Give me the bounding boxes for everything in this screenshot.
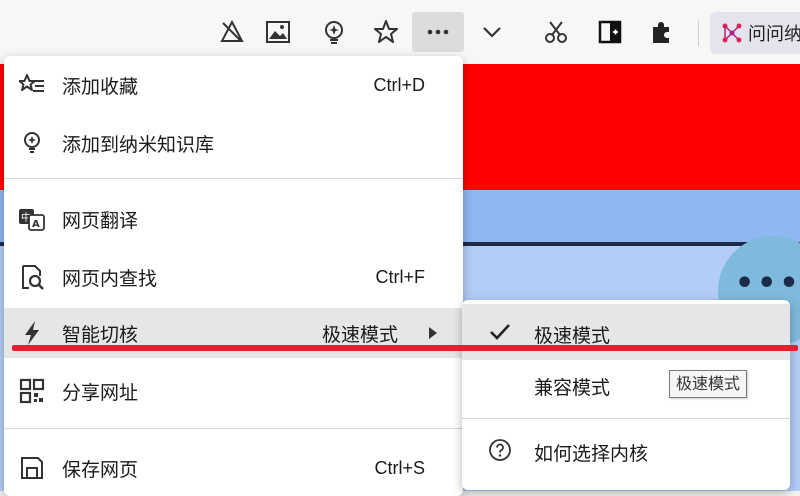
menu-item-shortcut: Ctrl+S xyxy=(374,457,425,478)
menu-item-label: 分享网址 xyxy=(62,381,139,404)
submenu-item-label: 极速模式 xyxy=(534,325,611,347)
tooltip: 极速模式 xyxy=(669,370,748,398)
more-icon xyxy=(427,29,449,35)
menu-item-shortcut: Ctrl+D xyxy=(373,74,425,95)
extensions-button[interactable] xyxy=(638,12,686,52)
extensions-icon xyxy=(653,22,669,43)
ask-nami-button[interactable]: 问问纳 xyxy=(710,12,800,54)
bulb-icon xyxy=(18,129,46,157)
more-menu: 添加收藏 Ctrl+D 添加到纳米知识库 中 A 网页翻译 网页内查找 Ctrl… xyxy=(4,56,463,496)
menu-item-label: 网页翻译 xyxy=(62,209,139,232)
submenu-arrow-icon xyxy=(429,327,437,339)
menu-separator xyxy=(4,178,463,179)
menu-item-label: 网页内查找 xyxy=(62,267,158,290)
menu-item-translate[interactable]: 中 A 网页翻译 xyxy=(4,194,463,244)
star-list-icon xyxy=(18,71,46,99)
sidebar-button[interactable] xyxy=(586,12,634,52)
menu-item-find-in-page[interactable]: 网页内查找 Ctrl+F xyxy=(4,252,463,302)
svg-text:A: A xyxy=(32,219,40,230)
dropdown-button[interactable] xyxy=(468,12,516,52)
more-button[interactable] xyxy=(412,12,464,52)
star-icon xyxy=(374,20,398,43)
favorite-button[interactable] xyxy=(362,12,410,52)
ask-nami-label: 问问纳 xyxy=(748,24,800,45)
menu-item-share-url[interactable]: 分享网址 xyxy=(4,366,463,416)
image-button[interactable] xyxy=(254,12,302,52)
no-tracking-icon xyxy=(220,19,244,42)
image-icon xyxy=(266,21,290,43)
current-kernel-mode: 极速模式 xyxy=(322,323,399,346)
question-circle-icon xyxy=(486,436,514,464)
submenu-item-label: 兼容模式 xyxy=(534,377,611,399)
nami-logo-icon xyxy=(722,23,742,43)
menu-item-add-favorite[interactable]: 添加收藏 Ctrl+D xyxy=(4,60,463,110)
menu-item-save-page[interactable]: 保存网页 Ctrl+S xyxy=(4,443,463,493)
menu-item-label: 添加收藏 xyxy=(62,75,139,98)
no-tracking-button[interactable] xyxy=(208,12,256,52)
red-annotation-line xyxy=(12,345,798,351)
toolbar-separator xyxy=(698,20,699,46)
scissors-icon xyxy=(545,21,567,43)
browser-toolbar: 问问纳 xyxy=(0,0,800,64)
nami-button[interactable] xyxy=(310,12,358,52)
submenu-item-how-to-choose[interactable]: 如何选择内核 xyxy=(462,422,790,478)
translate-icon: 中 A xyxy=(18,205,46,233)
menu-item-label: 智能切核 xyxy=(62,323,139,346)
sidebar-icon xyxy=(598,20,622,44)
chevron-down-icon xyxy=(483,27,501,38)
save-page-icon xyxy=(18,454,46,482)
submenu-item-label: 如何选择内核 xyxy=(534,443,649,465)
find-page-icon xyxy=(18,263,46,291)
qrcode-icon xyxy=(18,377,46,405)
submenu-separator xyxy=(462,418,790,419)
menu-item-label: 保存网页 xyxy=(62,458,139,481)
menu-item-label: 添加到纳米知识库 xyxy=(62,133,215,156)
menu-item-add-to-knowledge-base[interactable]: 添加到纳米知识库 xyxy=(4,118,463,168)
screenshot-button[interactable] xyxy=(532,12,580,52)
menu-item-shortcut: Ctrl+F xyxy=(375,266,426,287)
speech-dots: ••• xyxy=(735,266,800,301)
nami-icon xyxy=(325,21,343,44)
submenu-item-speed-mode[interactable]: 极速模式 xyxy=(462,304,790,360)
lightning-icon xyxy=(18,319,46,347)
check-icon xyxy=(486,318,514,346)
menu-separator xyxy=(4,428,463,429)
